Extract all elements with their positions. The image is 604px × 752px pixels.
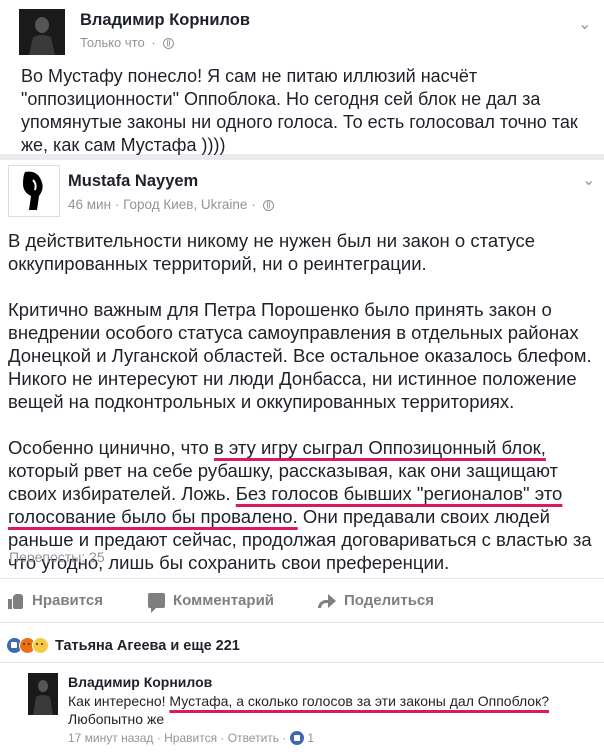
comment-reply-link[interactable]: Ответить	[228, 731, 279, 745]
commenter-avatar[interactable]	[28, 673, 58, 715]
globe-icon	[163, 38, 175, 49]
comment-icon	[148, 593, 165, 613]
post-location[interactable]: Город Киев, Ukraine	[123, 197, 247, 212]
divider	[0, 662, 604, 663]
comment-time[interactable]: 17 минут назад	[68, 731, 153, 745]
divider	[0, 622, 604, 623]
comment-likes-count[interactable]: 1	[307, 731, 314, 745]
shares-count[interactable]: Перепосты: 25	[9, 549, 105, 565]
author-name[interactable]: Mustafa Nayyem	[68, 172, 198, 191]
comment-button[interactable]: Комментарий	[148, 592, 274, 613]
paragraph-2: Критично важным для Петра Порошенко было…	[8, 299, 592, 412]
share-arrow-icon	[318, 593, 336, 608]
thumbs-up-icon	[8, 593, 24, 609]
sad-reaction-icon	[32, 637, 49, 654]
post-body: В действительности никому не нужен был н…	[8, 229, 600, 574]
person-photo-icon	[28, 673, 58, 715]
post-meta: 46 мин · Город Киев, Ukraine ·	[68, 197, 275, 212]
share-button[interactable]: Поделиться	[318, 592, 434, 609]
globe-icon	[263, 200, 275, 211]
chevron-down-icon[interactable]: ⌄	[582, 170, 595, 190]
chevron-down-icon[interactable]: ⌄	[578, 14, 591, 34]
comment-text: Как интересно! Мустафа, а сколько голосо…	[68, 693, 550, 727]
underlined-phrase: Мустафа, а сколько голосов за эти законы…	[169, 693, 550, 709]
paragraph-1: В действительности никому не нужен был н…	[8, 230, 535, 274]
post-text: Во Мустафу понесло! Я сам не питаю иллюз…	[21, 66, 578, 155]
person-photo-icon	[19, 9, 65, 55]
reactions-summary[interactable]: Татьяна Агеева и еще 221	[6, 637, 240, 654]
like-badge-icon	[290, 731, 305, 745]
post-time: Только что	[80, 35, 145, 50]
author-avatar[interactable]	[19, 9, 65, 55]
post-time[interactable]: 46 мин	[68, 197, 111, 212]
profile-portrait-icon	[9, 166, 57, 214]
underlined-phrase: в эту игру сыграл Оппозицонный блок,	[213, 437, 546, 458]
author-avatar[interactable]	[8, 165, 60, 217]
comment-meta: 17 минут назад · Нравится · Ответить · 1	[68, 731, 315, 745]
like-button[interactable]: Нравится	[8, 592, 103, 609]
author-name[interactable]: Владимир Корнилов	[80, 11, 250, 30]
post-timestamp[interactable]: Только что ·	[80, 35, 175, 50]
divider	[0, 578, 604, 579]
comment-like-link[interactable]: Нравится	[164, 731, 217, 745]
reactors-text[interactable]: Татьяна Агеева и еще 221	[55, 638, 240, 654]
post-kornilov: Владимир Корнилов Только что · ⌄ Во Муст…	[0, 0, 604, 155]
commenter-name[interactable]: Владимир Корнилов	[68, 674, 212, 690]
